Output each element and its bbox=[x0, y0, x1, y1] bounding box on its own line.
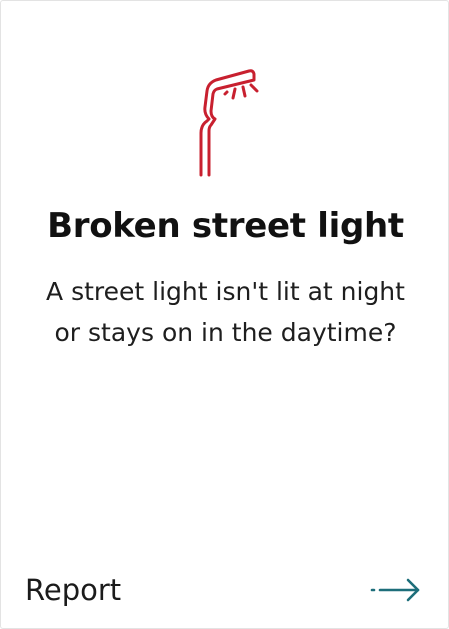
card-description: A street light isn't lit at night or sta… bbox=[46, 277, 405, 347]
service-card[interactable]: Broken street light A street light isn't… bbox=[0, 0, 449, 629]
card-title: Broken street light bbox=[47, 206, 404, 246]
report-link[interactable]: Report bbox=[25, 567, 422, 613]
arrow-right-icon bbox=[370, 578, 420, 602]
report-label: Report bbox=[25, 573, 122, 607]
street-light-icon bbox=[191, 67, 267, 179]
